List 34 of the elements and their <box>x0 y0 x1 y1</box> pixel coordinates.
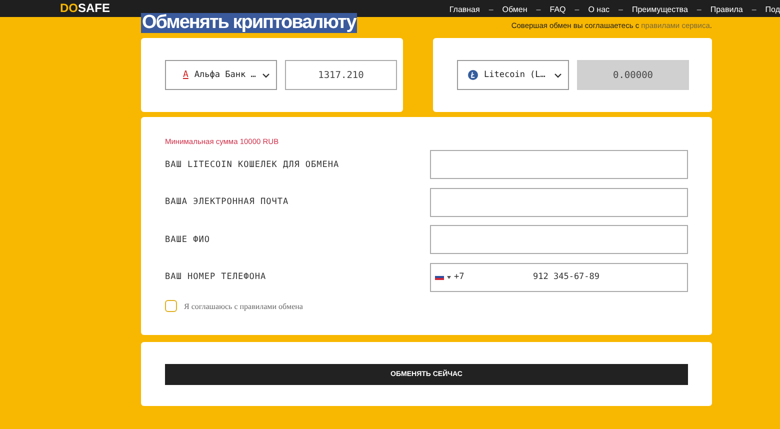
nav-link[interactable]: Преимущества <box>632 5 688 14</box>
field-label: ВАШ LITECOIN КОШЕЛЕК ДЛЯ ОБМЕНА <box>165 160 340 170</box>
nav-link[interactable]: Правила <box>710 5 743 14</box>
text-field[interactable] <box>430 225 688 254</box>
receive-currency-select[interactable]: Litecoin (L… <box>457 60 569 90</box>
send-currency-select[interactable]: А Альфа Банк … <box>165 60 277 90</box>
receive-amount-field: 0.00000 <box>577 60 689 90</box>
caret-icon <box>447 276 451 279</box>
nav-link[interactable]: О нас <box>588 5 610 14</box>
text-field[interactable] <box>430 188 688 217</box>
flag-icon <box>435 274 444 280</box>
nav-separator: – <box>752 5 756 14</box>
nav-link[interactable]: Обмен <box>502 5 528 14</box>
nav-separator: – <box>574 5 580 14</box>
checkbox[interactable] <box>165 300 177 312</box>
field-label: ВАШ НОМЕР ТЕЛЕФОНА <box>165 272 266 282</box>
field-label: ВАША ЭЛЕКТРОННАЯ ПОЧТА <box>165 197 289 208</box>
nav-link[interactable]: Главная <box>449 5 480 14</box>
page-title: Обменять криптовалюту <box>141 13 357 33</box>
logo[interactable]: DOSAFE <box>60 2 110 14</box>
send-amount-field[interactable]: 1317.210 <box>285 60 397 90</box>
text-field[interactable] <box>430 150 688 180</box>
nav-separator: – <box>618 5 623 14</box>
consent-label: Я соглашаюсь с правилами обмена <box>184 302 303 310</box>
nav-link[interactable]: Под <box>765 5 780 14</box>
coin-icon <box>468 70 478 80</box>
nav-separator: – <box>536 5 541 14</box>
nav-separator: – <box>488 5 494 14</box>
field-label: ВАШЕ ФИО <box>165 234 210 245</box>
nav-separator: – <box>696 5 702 14</box>
caret-icon <box>554 72 562 78</box>
nav-link[interactable]: FAQ <box>550 5 566 14</box>
caret-icon <box>262 72 270 78</box>
phone-field[interactable]: +7 912 345-67-89 <box>430 262 688 292</box>
